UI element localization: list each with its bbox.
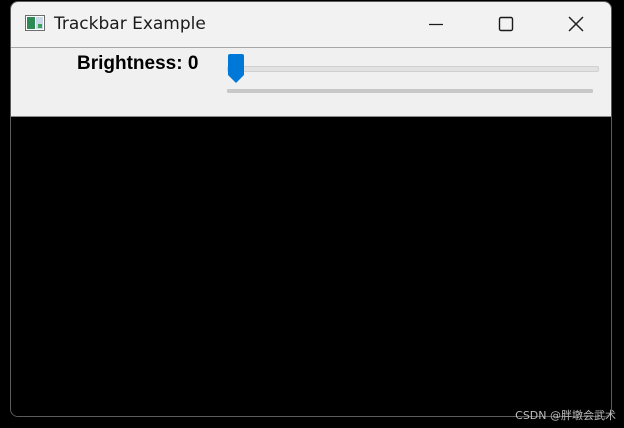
maximize-icon — [498, 16, 514, 32]
brightness-slider[interactable] — [217, 54, 603, 83]
trackbar-label: Brightness: 0 — [77, 53, 199, 74]
minimize-icon — [429, 23, 443, 26]
maximize-button[interactable] — [471, 2, 541, 47]
slider-thumb[interactable] — [227, 54, 245, 84]
trackbar-panel: Brightness: 0 — [11, 48, 611, 117]
slider-groove[interactable] — [227, 66, 599, 72]
minimize-button[interactable] — [401, 2, 471, 47]
app-window: Trackbar Example Brightness: 0 — [10, 1, 612, 417]
slider-thumb-icon — [228, 54, 244, 83]
close-icon — [568, 16, 584, 32]
title-bar[interactable]: Trackbar Example — [11, 2, 611, 48]
image-display — [11, 117, 611, 416]
app-window-icon — [25, 15, 45, 31]
close-button[interactable] — [541, 2, 611, 47]
slider-tick-track — [227, 89, 593, 93]
window-title: Trackbar Example — [54, 14, 206, 34]
watermark-text: CSDN @胖墩会武术 — [515, 409, 616, 422]
